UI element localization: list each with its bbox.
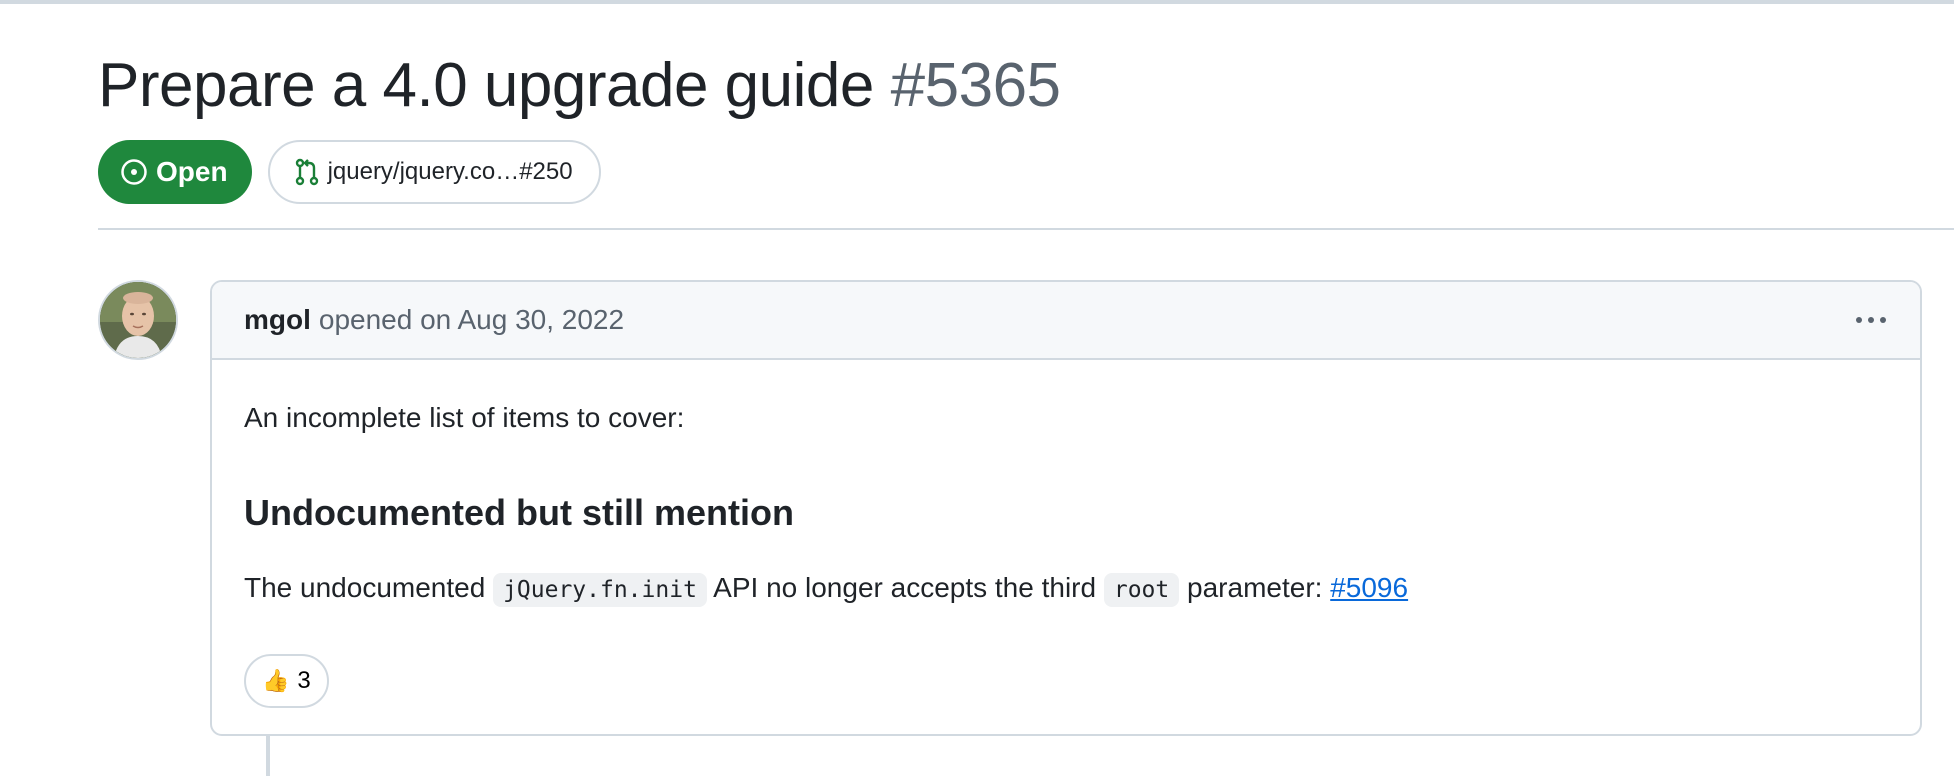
timeline-line xyxy=(266,736,270,776)
reaction-count: 3 xyxy=(297,667,311,694)
text-middle: API no longer accepts the third xyxy=(713,572,1097,603)
kebab-horizontal-icon xyxy=(1856,317,1886,323)
comment-opened-text: opened on Aug 30, 2022 xyxy=(318,304,625,335)
text-before-code: The undocumented xyxy=(244,572,486,603)
comment-body: An incomplete list of items to cover: Un… xyxy=(212,360,1920,708)
linked-pull-request-label: jquery/jquery.co…#250 xyxy=(327,158,573,185)
header-divider xyxy=(98,228,1954,230)
inline-code-root: root xyxy=(1103,573,1180,607)
issue-number: #5365 xyxy=(890,51,1061,120)
comment-intro: An incomplete list of items to cover: xyxy=(244,402,685,433)
top-divider xyxy=(0,0,1954,4)
issue-title: Prepare a 4.0 upgrade guide #5365 xyxy=(98,48,1954,124)
avatar[interactable] xyxy=(98,280,178,360)
reactions-bar: 👍 3 xyxy=(244,654,1888,708)
author-avatar-image xyxy=(100,282,176,358)
comment-header: mgol opened on Aug 30, 2022 xyxy=(212,282,1920,360)
linked-pull-request[interactable]: jquery/jquery.co…#250 xyxy=(267,140,601,204)
comment-heading: Undocumented but still mention xyxy=(244,492,794,533)
issue-badges: Open jquery/jquery.co…#250 xyxy=(98,140,1954,204)
comment-options-button[interactable] xyxy=(1854,300,1888,340)
issue-header: Prepare a 4.0 upgrade guide #5365 Open j… xyxy=(98,48,1954,204)
issue-title-text: Prepare a 4.0 upgrade guide xyxy=(98,51,874,120)
text-after-code: parameter: xyxy=(1187,572,1323,603)
comment-author-link[interactable]: mgol xyxy=(244,304,311,336)
git-pull-request-icon xyxy=(295,158,318,186)
issue-comment: mgol opened on Aug 30, 2022 An incomplet… xyxy=(210,280,1922,736)
issue-reference-link[interactable]: #5096 xyxy=(1330,572,1408,603)
comment-paragraph: The undocumented jQuery.fn.init API no l… xyxy=(244,568,1888,610)
status-badge: Open xyxy=(98,140,252,204)
inline-code-init: jQuery.fn.init xyxy=(493,573,707,607)
thumbs-up-reaction-button[interactable]: 👍 3 xyxy=(244,654,329,708)
status-label: Open xyxy=(156,156,228,187)
issue-opened-icon xyxy=(121,159,147,185)
thumbs-up-icon: 👍 xyxy=(262,668,290,693)
